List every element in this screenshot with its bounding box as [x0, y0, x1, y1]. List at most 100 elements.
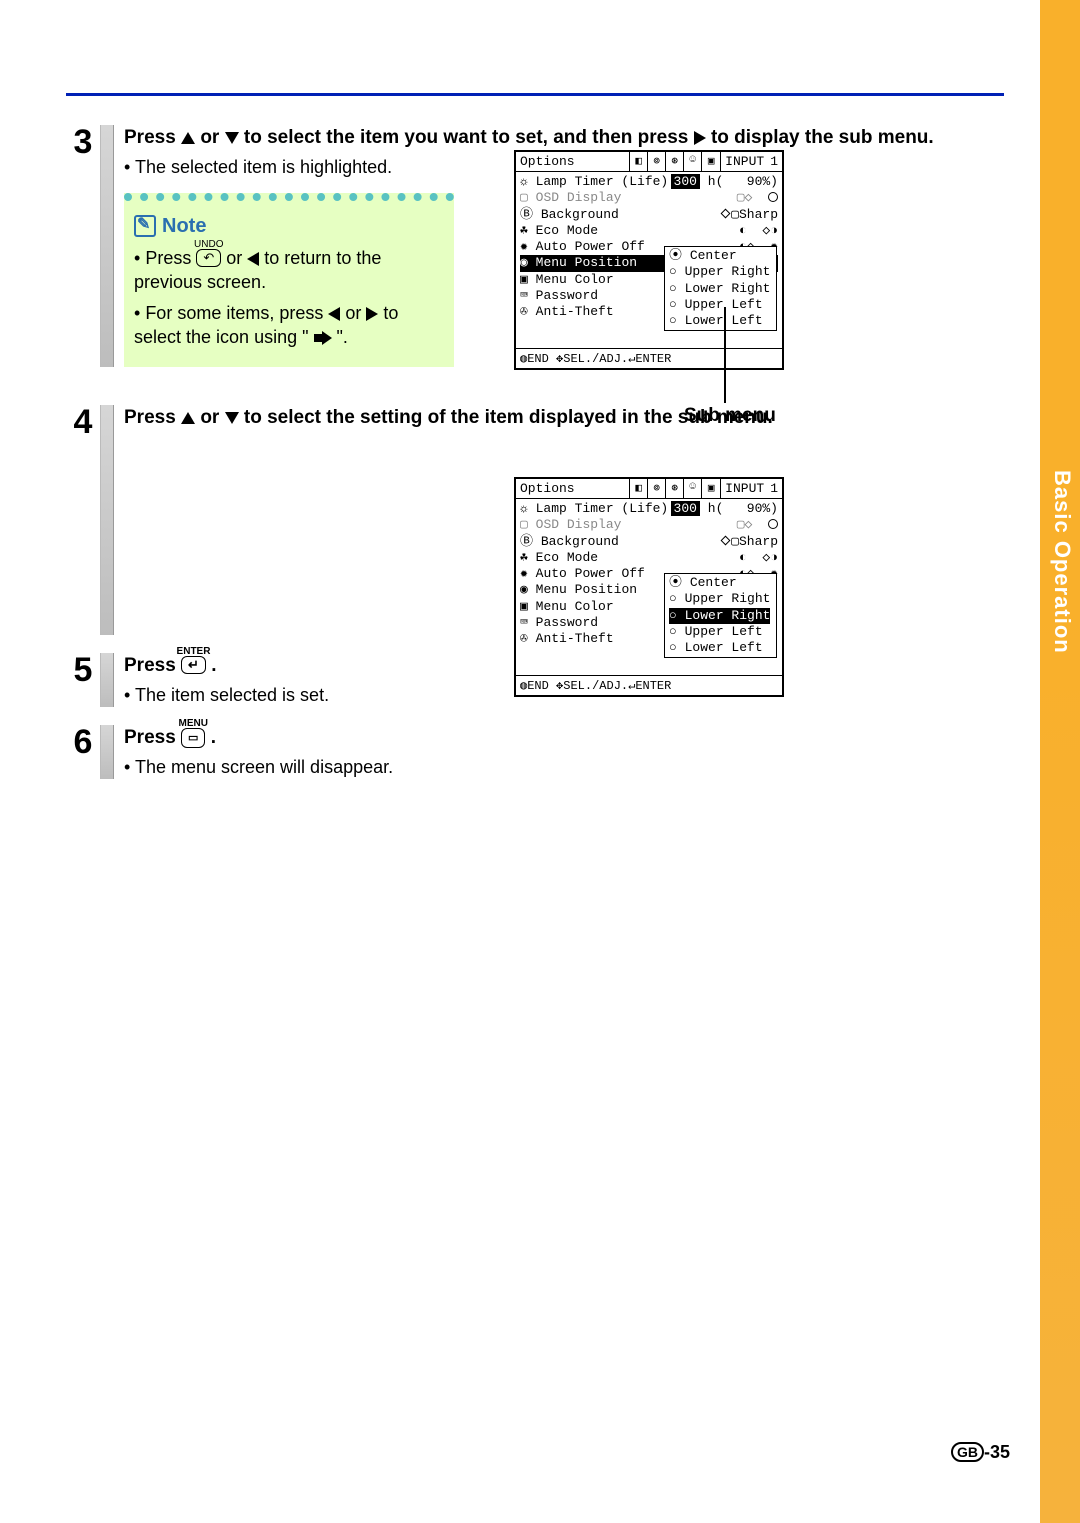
text: Background: [541, 207, 619, 222]
text: Menu Color: [536, 599, 614, 614]
note-title: Note: [134, 213, 444, 240]
text: or: [200, 407, 224, 428]
text: 1: [770, 154, 778, 169]
text: SEL./ADJ.: [563, 352, 628, 366]
text: 90%): [747, 174, 778, 189]
header-rule: [66, 93, 1004, 96]
step-6: 6 Press MENU . • The menu screen will di…: [66, 725, 1004, 779]
text: Auto Power Off: [536, 239, 645, 254]
step-body: Press MENU . • The menu screen will disa…: [118, 725, 1004, 779]
osd-screenshot-step4: Options ◧⊚⊛☺▣ INPUT1 ☼ Lamp Timer (Life)…: [514, 477, 784, 697]
osd-row-eco: ☘ Eco Mode◐ ◇◑: [520, 223, 778, 239]
osd-submenu-item: ○ Upper Left: [669, 297, 770, 313]
text: Upper Right: [685, 264, 771, 279]
step-number: 5: [66, 653, 100, 687]
osd-title: Options: [516, 152, 629, 171]
text: Press: [124, 655, 181, 676]
step-gutter: [100, 125, 114, 367]
text: ENTER: [635, 352, 671, 366]
text: 300: [671, 174, 700, 189]
osd-row-lamp: ☼ Lamp Timer (Life)300 h( 90%): [520, 174, 778, 190]
step-title: Press or to select the setting of the it…: [124, 405, 1004, 431]
left-arrow-icon: [328, 301, 340, 325]
text: Press: [124, 127, 181, 148]
text: or: [345, 303, 366, 323]
osd-row-osd-display: ▢ OSD Display▢◇: [520, 517, 778, 533]
text: For some items, press: [145, 303, 328, 323]
text: The menu screen will disappear.: [135, 757, 393, 777]
note-icon: [134, 215, 156, 237]
osd-submenu-item: ○ Lower Right: [669, 281, 770, 297]
text: Lamp Timer (Life): [536, 174, 669, 189]
osd-row-background: Ⓑ Background▢Sharp: [520, 534, 778, 550]
text: Upper Right: [685, 591, 771, 606]
osd-submenu-item-highlighted: ○ Lower Right: [669, 608, 770, 624]
osd-input-indicator: INPUT 1: [720, 479, 782, 498]
text: Eco Mode: [536, 223, 598, 238]
right-arrow-icon: [366, 301, 378, 325]
text: Menu Color: [536, 272, 614, 287]
step-number: 3: [66, 125, 100, 159]
enter-button-icon: ENTER: [181, 656, 206, 674]
step-subtext: • The menu screen will disappear.: [124, 755, 1004, 779]
text: Background: [541, 534, 619, 549]
text: Anti-Theft: [536, 631, 614, 646]
step-title: Press or to select the item you want to …: [124, 125, 1004, 151]
osd-screenshot-step3: Options ◧⊚⊛☺▣ INPUT1 ☼ Lamp Timer (Life)…: [514, 150, 784, 370]
text: SEL./ADJ.: [563, 679, 628, 693]
text: Anti-Theft: [536, 304, 614, 319]
key-caption: ENTER: [177, 644, 211, 659]
text: -35: [984, 1442, 1010, 1462]
text: Press: [124, 727, 181, 748]
step-gutter: [100, 653, 114, 707]
text: INPUT: [725, 481, 764, 496]
text: Lower Right: [685, 608, 771, 623]
osd-submenu-item: ○ Lower Left: [669, 640, 770, 656]
step-body: Press or to select the setting of the it…: [118, 405, 1004, 431]
text: OSD Display: [536, 517, 622, 532]
text: Menu Position: [536, 582, 637, 597]
text: 1: [770, 481, 778, 496]
text: Menu Position: [536, 255, 637, 270]
callout-line: [724, 307, 726, 403]
osd-row-eco: ☘ Eco Mode◐ ◇◑: [520, 550, 778, 566]
text: END: [527, 352, 549, 366]
text: The item selected is set.: [135, 685, 329, 705]
osd-header: Options ◧⊚⊛☺▣ INPUT1: [516, 479, 782, 499]
step-title: Press MENU .: [124, 725, 1004, 751]
section-tab-label: Basic Operation: [1049, 470, 1075, 654]
step-gutter: [100, 725, 114, 779]
text: Sharp: [739, 207, 778, 222]
osd-row-lamp: ☼ Lamp Timer (Life)300 h( 90%): [520, 501, 778, 517]
text: h(: [708, 174, 724, 189]
text: Password: [536, 615, 598, 630]
osd-submenu-item: ○ Upper Left: [669, 624, 770, 640]
text: to display the sub menu.: [711, 127, 934, 148]
osd-submenu-item: ○ Lower Left: [669, 313, 770, 329]
osd-input-indicator: INPUT1: [720, 152, 782, 171]
text: ENTER: [635, 679, 671, 693]
down-arrow-icon: [225, 405, 239, 431]
osd-tabs: ◧⊚⊛☺▣: [629, 152, 720, 171]
text: Lamp Timer (Life): [536, 501, 669, 516]
text: Center: [690, 575, 737, 590]
osd-submenu-popup: ⦿ Center ○ Upper Right ○ Lower Right ○ U…: [664, 573, 777, 658]
key-caption: MENU: [179, 716, 208, 731]
osd-submenu-popup: ⦿ Center ○ Upper Right ○ Lower Right ○ U…: [664, 246, 777, 331]
text: 300: [671, 501, 700, 516]
osd-submenu-item: ⦿ Center: [669, 575, 770, 591]
note-label: Note: [162, 213, 206, 240]
text: Press: [124, 407, 181, 428]
step-gutter: [100, 405, 114, 635]
page-number: GB-35: [951, 1442, 1010, 1463]
text: The selected item is highlighted.: [135, 157, 392, 177]
up-arrow-icon: [181, 405, 195, 431]
osd-submenu-item: ○ Upper Right: [669, 264, 770, 280]
osd-title: Options: [516, 479, 629, 498]
text: or: [226, 248, 247, 268]
text: Password: [536, 288, 598, 303]
osd-header: Options ◧⊚⊛☺▣ INPUT1: [516, 152, 782, 172]
osd-footer: ◍END ✥SEL./ADJ.↵ENTER: [516, 675, 782, 695]
submenu-callout-label: Sub menu: [684, 405, 776, 427]
pointer-icon: [314, 331, 332, 345]
